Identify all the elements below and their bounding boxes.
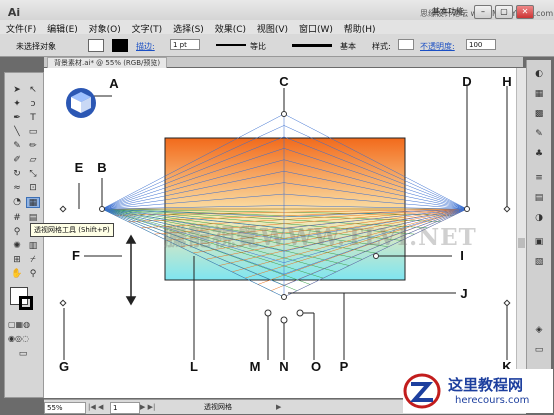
logo-url: herecours.com [455, 395, 530, 406]
scroll-thumb[interactable] [518, 238, 525, 248]
style-dropdown[interactable] [398, 39, 414, 50]
shape-builder-icon[interactable]: ◔ [10, 197, 24, 208]
eyedropper-icon[interactable]: ⚲ [10, 227, 24, 238]
callout-n: N [279, 359, 289, 374]
stroke-weight-dropdown[interactable]: 1 pt [170, 39, 200, 50]
swatches-icon[interactable]: ▩ [532, 108, 546, 121]
symbol-sprayer-icon[interactable]: ✺ [10, 241, 24, 252]
vertical-scrollbar[interactable] [516, 68, 526, 398]
brushes-icon[interactable]: ✎ [532, 128, 546, 141]
selection-tool-icon[interactable]: ➤ [10, 85, 24, 96]
blob-brush-icon[interactable]: ✐ [10, 155, 24, 166]
line-icon[interactable]: ╲ [10, 127, 24, 138]
close-button[interactable]: ✕ [516, 5, 534, 19]
callout-j: J [460, 286, 468, 301]
callout-g: G [58, 359, 70, 374]
opacity-link[interactable]: 不透明度: [420, 41, 455, 52]
control-bar: 未选择对象 描边: 1 pt 等比 基本 样式: 不透明度: 100 [0, 34, 554, 57]
artboard-icon[interactable]: ⊞ [10, 255, 24, 266]
layers-icon[interactable]: ◈ [532, 324, 546, 337]
direct-selection-icon[interactable]: ↖ [26, 85, 40, 96]
free-transform-icon[interactable]: ⊡ [26, 183, 40, 194]
minimize-button[interactable]: – [474, 5, 492, 19]
document-tab[interactable]: 背景素材.ai* @ 55% (RGB/预览) [47, 57, 168, 68]
gradient-panel-icon[interactable]: ▤ [532, 192, 546, 205]
artboards-icon[interactable]: ▭ [532, 344, 546, 357]
magic-wand-icon[interactable]: ✦ [10, 99, 24, 110]
scale-icon[interactable]: ⤡ [26, 169, 40, 180]
maximize-button[interactable]: ▢ [495, 5, 513, 19]
callout-a: A [109, 76, 119, 91]
opacity-field[interactable]: 100 [466, 39, 496, 50]
brush-preview [292, 44, 332, 47]
perspective-grid-icon[interactable]: ▦ [26, 197, 40, 208]
profile-preview [216, 44, 246, 46]
callout-m: M [249, 359, 261, 374]
logo-title: 这里教程网 [448, 376, 524, 394]
color-guide-icon[interactable]: ▦ [532, 88, 546, 101]
eraser-icon[interactable]: ▱ [26, 155, 40, 166]
callout-p: P [339, 359, 349, 374]
stroke-link[interactable]: 描边: [136, 41, 155, 52]
draw-mode-icons[interactable]: ◉◎◌ [8, 333, 29, 344]
callout-h: H [502, 74, 512, 89]
zoom-icon[interactable]: ⚲ [26, 269, 40, 280]
hand-icon[interactable]: ✋ [10, 269, 24, 280]
callout-b: B [97, 160, 107, 175]
graphic-styles-icon[interactable]: ▧ [532, 256, 546, 269]
screen-mode-icon[interactable]: ▭ [16, 349, 30, 360]
symbols-icon[interactable]: ♣ [532, 148, 546, 161]
pencil-icon[interactable]: ✏ [26, 141, 40, 152]
rectangle-icon[interactable]: ▭ [26, 127, 40, 138]
color-mode-icons[interactable]: ▢▦◍ [8, 319, 30, 330]
slice-icon[interactable]: ⌿ [26, 255, 40, 266]
width-icon[interactable]: ≈ [10, 183, 24, 194]
next-page-icon[interactable]: ▶ ▶| [140, 402, 155, 412]
document-tab-bar: 背景素材.ai* @ 55% (RGB/预览) [44, 57, 523, 68]
height-arrows [125, 234, 137, 306]
callout-e: E [74, 160, 84, 175]
rotate-icon[interactable]: ↻ [10, 169, 24, 180]
stroke-panel-icon[interactable]: ≡ [532, 172, 546, 185]
transparency-icon[interactable]: ◑ [532, 212, 546, 225]
fill-swatch[interactable] [88, 39, 104, 52]
workspace-switcher[interactable]: 基本功能 [432, 6, 464, 17]
first-page-icon[interactable]: |◀ ◀ [88, 402, 103, 412]
tool-tooltip: 透视网格工具 (Shift+P) [30, 223, 114, 237]
callout-l: L [190, 359, 198, 374]
perspective-widget-icon [66, 88, 96, 118]
callout-o: O [310, 359, 322, 374]
page-field[interactable]: 1 [110, 402, 140, 414]
lasso-icon[interactable]: ↄ [26, 99, 40, 110]
pen-icon[interactable]: ✒ [10, 113, 24, 124]
color-panel-icon[interactable]: ◐ [532, 68, 546, 81]
type-icon[interactable]: T [26, 113, 40, 124]
callout-i: I [460, 248, 464, 263]
stroke-swatch[interactable] [112, 39, 128, 52]
panel-dock: ◐ ▦ ▩ ✎ ♣ ≡ ▤ ◑ ▣ ▧ ◈ ▭ [526, 60, 551, 398]
artboard-canvas[interactable]: 騰龍視覺WWW.TLVI.NET A B C D E F G H I J K L… [44, 68, 516, 398]
watermark-text: 騰龍視覺WWW.TLVI.NET [164, 224, 477, 251]
status-menu-icon[interactable]: ▶ [276, 402, 281, 412]
selection-status: 未选择对象 [16, 42, 56, 51]
mesh-icon[interactable]: # [10, 213, 24, 224]
logo-z-icon [403, 373, 441, 409]
style-label: 样式: [372, 42, 391, 51]
menu-row: 文件(F) 编辑(E) 对象(O) 文字(T) 选择(S) 效果(C) 视图(V… [0, 20, 554, 35]
callout-f: F [72, 248, 80, 263]
profile-label[interactable]: 等比 [250, 41, 266, 52]
graph-icon[interactable]: ▥ [26, 241, 40, 252]
callout-c: C [279, 74, 289, 89]
zoom-field[interactable]: 55% [44, 402, 86, 414]
brush-label[interactable]: 基本 [340, 41, 356, 52]
appearance-icon[interactable]: ▣ [532, 236, 546, 249]
stroke-color-icon[interactable] [19, 296, 33, 310]
callout-d: D [462, 74, 472, 89]
brush-icon[interactable]: ✎ [10, 141, 24, 152]
current-tool-status: 透视网格 [204, 403, 232, 411]
site-logo: 这里教程网 herecours.com [403, 369, 553, 413]
